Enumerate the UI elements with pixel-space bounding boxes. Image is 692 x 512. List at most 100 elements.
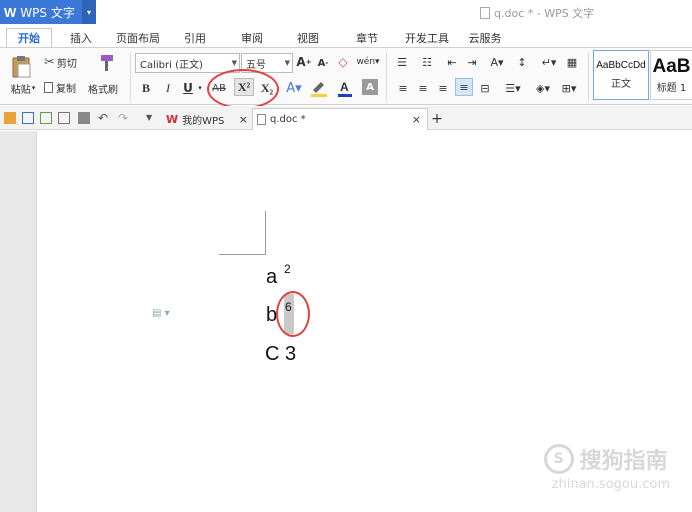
font-name-value: Calibri (正文) [140, 59, 203, 71]
wps-logo-icon: W [166, 112, 179, 126]
grow-font-icon[interactable]: A + [296, 54, 311, 70]
tab-developer[interactable]: 开发工具 [398, 28, 456, 48]
copy-icon [44, 81, 53, 93]
cut-label: 剪切 [56, 58, 77, 70]
doc-line-1[interactable]: a [266, 266, 277, 289]
doc-tab-label: q.doc * [270, 114, 306, 125]
paragraph-layout-icon[interactable]: ▤ ▾ [152, 308, 170, 319]
paste-label: 粘贴 [10, 84, 31, 96]
tab-cloud[interactable]: 云服务 [456, 28, 514, 48]
clear-format-icon[interactable]: ◇ [336, 54, 350, 70]
increase-indent-icon[interactable]: ⇥ [464, 54, 480, 70]
print-preview-icon[interactable] [58, 112, 70, 124]
customize-dropdown-icon[interactable]: ▼ [146, 112, 158, 124]
app-menu-button[interactable]: W WPS 文字 ▾ [0, 0, 96, 24]
print-icon[interactable] [78, 112, 90, 124]
close-tab-icon[interactable]: × [239, 113, 248, 126]
tab-review[interactable]: 审阅 [224, 28, 280, 48]
sort-icon[interactable]: ↕ [514, 54, 530, 70]
style-normal-preview: AaBbCcDd [596, 60, 646, 71]
style-heading-1[interactable]: AaB 标题 1 [650, 50, 692, 100]
highlight-color-icon[interactable] [309, 78, 331, 98]
page-margin-marker [265, 211, 266, 255]
title-bar: W WPS 文字 ▾ q.doc * - WPS 文字 [0, 0, 692, 25]
undo-icon[interactable]: ↶ [98, 112, 110, 124]
borders-icon[interactable]: ⊞▾ [558, 80, 580, 96]
redo-icon[interactable]: ↷ [118, 112, 130, 124]
text-effect-icon[interactable]: A▾ [284, 80, 304, 96]
document-icon [257, 114, 266, 125]
export-pdf-icon[interactable] [40, 112, 52, 124]
ribbon-tabs: 开始 插入 页面布局 引用 审阅 视图 章节 开发工具 云服务 [0, 28, 692, 48]
font-color-icon[interactable]: A [336, 78, 356, 98]
format-painter-button[interactable]: 格式刷 [88, 81, 118, 96]
close-tab-icon[interactable]: × [412, 113, 421, 126]
paste-button[interactable]: 粘贴 ▾ [6, 81, 40, 96]
bullet-list-icon[interactable]: ☰ [393, 54, 411, 70]
doc-tab-label: 我的WPS [182, 115, 225, 127]
text-direction-icon[interactable]: A▾ [486, 54, 508, 70]
separator [130, 52, 131, 102]
separator [386, 52, 387, 102]
shading-icon[interactable]: ◈▾ [532, 80, 554, 96]
style-normal[interactable]: AaBbCcDd 正文 [593, 50, 649, 100]
style-heading-preview: AaB [652, 56, 691, 77]
tab-references[interactable]: 引用 [166, 28, 224, 48]
doc-line-3[interactable]: C 3 [265, 343, 296, 366]
ribbon-toolbar: 粘贴 ▾ ✂ 剪切 复制 格式刷 Calibri (正文) ▼ 五号 ▼ A + A- … [0, 47, 692, 109]
quick-access-bar: ↶ ↷ ▼ W 我的WPS × q.doc * × + [0, 106, 692, 130]
watermark-url: zhinan.sogou.com [551, 477, 670, 492]
font-size-value: 五号 [246, 59, 266, 71]
tab-view[interactable]: 视图 [280, 28, 336, 48]
copy-button[interactable]: 复制 [44, 79, 76, 95]
align-left-icon[interactable]: ≡ [396, 80, 410, 96]
character-shading-icon[interactable]: A [362, 79, 378, 95]
separator [588, 52, 589, 102]
underline-button[interactable]: U [182, 80, 194, 96]
distributed-align-icon[interactable]: ⊟ [477, 80, 493, 96]
svg-text:A: A [340, 80, 349, 94]
copy-label: 复制 [56, 83, 76, 95]
annotation-circle [207, 69, 279, 109]
decrease-indent-icon[interactable]: ⇤ [444, 54, 460, 70]
window-title: q.doc * - WPS 文字 [480, 5, 594, 21]
underline-dropdown-icon[interactable]: ▾ [196, 82, 204, 94]
style-heading-label: 标题 1 [656, 83, 687, 94]
justify-icon[interactable]: ≡ [455, 78, 473, 96]
tab-insert[interactable]: 插入 [52, 28, 110, 48]
cut-button[interactable]: ✂ 剪切 [44, 54, 77, 70]
open-folder-icon[interactable] [4, 112, 16, 124]
paragraph-mark-icon[interactable]: ↵▾ [540, 54, 558, 70]
watermark-title: 搜狗指南 [579, 449, 668, 474]
style-normal-label: 正文 [611, 79, 631, 90]
tab-page-layout[interactable]: 页面布局 [110, 28, 166, 48]
shrink-font-icon[interactable]: A- [316, 56, 330, 70]
align-right-icon[interactable]: ≡ [436, 80, 450, 96]
save-icon[interactable] [22, 112, 34, 124]
tab-chapter[interactable]: 章节 [336, 28, 398, 48]
italic-button[interactable]: I [162, 80, 174, 96]
superscript-text[interactable]: 2 [284, 262, 291, 276]
app-name: WPS 文字 [20, 5, 75, 20]
table-icon[interactable]: ▦ [564, 54, 580, 70]
window-title-text: q.doc * - WPS 文字 [494, 7, 595, 20]
doc-tab-my-wps[interactable]: W 我的WPS × [162, 108, 252, 130]
page-margin-marker [219, 254, 265, 255]
paste-icon[interactable] [8, 54, 34, 80]
format-painter-icon[interactable] [94, 52, 116, 74]
sogou-logo-icon: S [543, 444, 574, 474]
app-menu-dropdown-icon[interactable]: ▾ [82, 0, 96, 24]
align-center-icon[interactable]: ≡ [416, 80, 430, 96]
doc-tab-q-doc[interactable]: q.doc * × [252, 108, 428, 130]
wps-logo-icon: W [4, 4, 17, 20]
new-tab-button[interactable]: + [430, 108, 444, 130]
font-name-select[interactable]: Calibri (正文) ▼ [135, 53, 240, 73]
phonetic-guide-icon[interactable]: wén▾ [356, 54, 379, 70]
watermark: S 搜狗指南 zhinan.sogou.com [543, 443, 670, 492]
document-workspace[interactable]: ▤ ▾ a 2 b 6 C 3 S 搜狗指南 zhinan.sogou.com [0, 131, 692, 512]
tab-home[interactable]: 开始 [6, 28, 52, 48]
document-icon [480, 7, 490, 19]
bold-button[interactable]: B [140, 80, 152, 96]
numbered-list-icon[interactable]: ☷ [418, 54, 436, 70]
line-spacing-icon[interactable]: ☰▾ [502, 80, 524, 96]
